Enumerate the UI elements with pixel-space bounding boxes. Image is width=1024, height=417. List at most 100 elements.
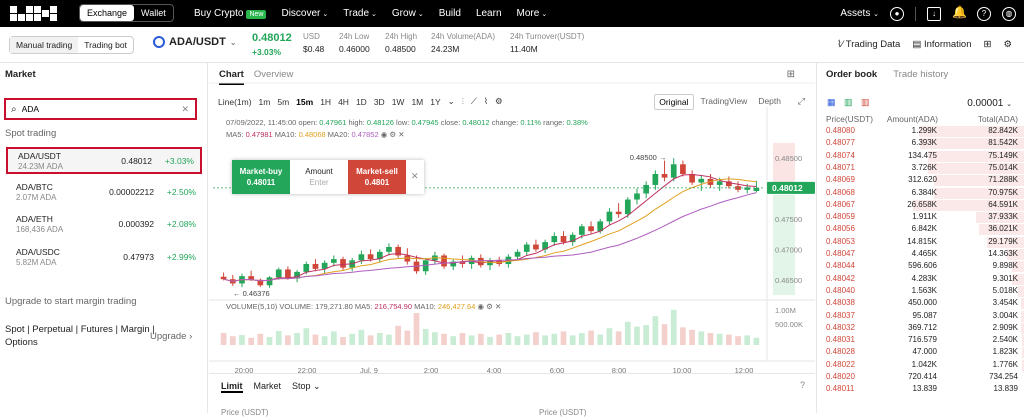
y-tick-label: 0.47000 xyxy=(775,245,802,254)
trading-data-link[interactable]: ⌇⁄ Trading Data xyxy=(837,39,900,50)
tab-manual-trading[interactable]: Manual trading xyxy=(10,37,78,53)
tab-trade-history[interactable]: Trade history xyxy=(893,69,948,80)
close-quick-order-icon[interactable]: ✕ xyxy=(411,171,419,182)
book-view-bids-icon[interactable]: ▥ xyxy=(844,97,853,108)
order-book-row[interactable]: 0.480401.563K5.018K xyxy=(817,286,1024,297)
volume-bar xyxy=(276,331,282,345)
tab-stop[interactable]: Stop ⌄ xyxy=(292,381,321,393)
okx-logo[interactable] xyxy=(10,6,57,21)
order-total: 2.540K xyxy=(993,335,1018,344)
market-row-ada-btc[interactable]: ADA/BTC 2.07M ADA 0.00002212 +2.50% xyxy=(6,180,202,207)
information-link[interactable]: ▤ Information xyxy=(912,39,971,50)
close-icon[interactable]: ✕ xyxy=(495,302,501,311)
volume-bar xyxy=(708,333,714,345)
globe-icon[interactable]: ◍ xyxy=(1002,7,1016,21)
market-row-volume: 168,436 ADA xyxy=(16,225,63,234)
order-price: 0.48053 xyxy=(826,237,855,246)
candle-body xyxy=(515,252,521,257)
help-icon[interactable]: ? xyxy=(800,380,805,390)
order-book-row[interactable]: 0.4806726.658K64.591K xyxy=(817,200,1024,211)
clear-search-icon[interactable]: ✕ xyxy=(181,104,189,115)
stat-24h-low: 24h Low0.46000 xyxy=(339,32,370,54)
order-book-row[interactable]: 0.48032369.7122.909K xyxy=(817,323,1024,334)
volume-bar xyxy=(469,335,475,345)
order-book-row[interactable]: 0.480474.465K14.363K xyxy=(817,249,1024,260)
order-book-row[interactable]: 0.480713.726K75.014K xyxy=(817,163,1024,174)
download-icon[interactable]: ↓ xyxy=(927,7,941,21)
nav-buy-crypto[interactable]: Buy CryptoNew xyxy=(194,8,266,19)
order-book-row[interactable]: 0.4805314.815K29.179K xyxy=(817,237,1024,248)
precision-select[interactable]: 0.00001 ⌄ xyxy=(967,98,1012,109)
candlestick-chart[interactable]: 0.480120.48500 →← 0.463760.485000.475000… xyxy=(209,63,815,373)
nav-more[interactable]: More⌄ xyxy=(517,8,548,19)
nav-build[interactable]: Build xyxy=(439,8,461,19)
order-total: 3.454K xyxy=(993,298,1018,307)
order-book-row[interactable]: 0.480686.384K70.975K xyxy=(817,188,1024,199)
order-book-row[interactable]: 0.480424.283K9.301K xyxy=(817,274,1024,285)
top-right-actions: Assets ⌄ ● ↓ 🔔 ? ◍ xyxy=(840,0,1016,27)
tab-trading-bot[interactable]: Trading bot xyxy=(78,37,133,53)
order-book-row[interactable]: 0.4803795.0873.004K xyxy=(817,311,1024,322)
order-total: 13.839 xyxy=(994,384,1018,393)
layout-icon[interactable]: ⊞ xyxy=(984,39,992,50)
search-input[interactable] xyxy=(22,104,172,114)
order-book-row[interactable]: 0.480566.842K36.021K xyxy=(817,224,1024,235)
market-row-ada-eth[interactable]: ADA/ETH 168,436 ADA 0.000392 +2.08% xyxy=(6,212,202,239)
nav-trade-label: Trade xyxy=(343,8,369,19)
exchange-toggle[interactable]: Exchange xyxy=(80,5,134,21)
volume-bar xyxy=(478,334,484,345)
order-book-row[interactable]: 0.480776.393K81.542K xyxy=(817,138,1024,149)
trading-data-label: Trading Data xyxy=(846,39,901,50)
settings-icon[interactable]: ⚙ xyxy=(1003,39,1012,50)
market-buy-button[interactable]: Market-buy0.48011 xyxy=(232,160,290,194)
nav-discover[interactable]: Discover⌄ xyxy=(281,8,328,19)
market-row-ada-usdt[interactable]: ADA/USDT 24.23M ADA 0.48012 +3.03% xyxy=(6,147,202,174)
order-total: 9.301K xyxy=(993,274,1018,283)
order-book-row[interactable]: 0.4802847.0001.823K xyxy=(817,347,1024,358)
volume-readout: VOLUME(5,10) VOLUME: 179,271.80 MA5: 216… xyxy=(226,302,501,311)
order-book-row[interactable]: 0.48044596.6069.898K xyxy=(817,261,1024,272)
market-row-ada-usdc[interactable]: ADA/USDC 5.82M ADA 0.47973 +2.99% xyxy=(6,245,202,272)
order-book-row[interactable]: 0.480591.911K37.933K xyxy=(817,212,1024,223)
nav-discover-label: Discover xyxy=(281,8,320,19)
wallet-toggle[interactable]: Wallet xyxy=(134,5,173,21)
nav-grow[interactable]: Grow⌄ xyxy=(392,8,424,19)
pair-selector[interactable]: ADA/USDT ⌄ xyxy=(153,36,237,48)
order-book-row[interactable]: 0.480801.299K82.842K xyxy=(817,126,1024,137)
order-book-row[interactable]: 0.48038450.0003.454K xyxy=(817,298,1024,309)
bell-icon[interactable]: 🔔 xyxy=(952,7,966,21)
upgrade-button[interactable]: Upgrade › xyxy=(150,331,192,342)
stat-value: 24.23M xyxy=(431,44,495,54)
ada-coin-icon xyxy=(153,36,165,48)
order-book-row[interactable]: 0.480221.042K1.776K xyxy=(817,360,1024,371)
divider xyxy=(915,7,916,21)
user-icon[interactable]: ● xyxy=(890,7,904,21)
order-amount: 720.414 xyxy=(908,372,937,381)
order-book-row[interactable]: 0.48069312.62071.288K xyxy=(817,175,1024,186)
candle-body xyxy=(671,164,677,177)
amount-field[interactable]: AmountEnter xyxy=(290,160,348,194)
order-book-row[interactable]: 0.48074134.47575.149K xyxy=(817,151,1024,162)
book-view-asks-icon[interactable]: ▥ xyxy=(861,97,870,108)
order-book-row[interactable]: 0.4801113.83913.839 xyxy=(817,384,1024,395)
nav-trade[interactable]: Trade⌄ xyxy=(343,8,377,19)
chevron-down-icon: ⌄ xyxy=(322,11,328,18)
settings-icon[interactable]: ⚙ xyxy=(486,302,493,311)
help-icon[interactable]: ? xyxy=(977,7,991,21)
eye-icon[interactable]: ◉ xyxy=(477,302,484,311)
order-book-row[interactable]: 0.48031716.5792.540K xyxy=(817,335,1024,346)
chevron-down-icon: ⌄ xyxy=(418,11,424,18)
market-sell-button[interactable]: Market-sell0.4801 xyxy=(348,160,406,194)
volume-ma10: 246,427.64 xyxy=(438,302,476,311)
book-view-both-icon[interactable]: ▦ xyxy=(827,97,836,108)
assets-menu[interactable]: Assets ⌄ xyxy=(840,8,879,19)
tab-market[interactable]: Market xyxy=(254,381,282,393)
nav-learn[interactable]: Learn xyxy=(476,8,502,19)
order-book-row[interactable]: 0.48020720.414734.254 xyxy=(817,372,1024,383)
precision-value: 0.00001 xyxy=(967,98,1003,109)
order-total: 3.004K xyxy=(993,311,1018,320)
order-total: 82.842K xyxy=(988,126,1018,135)
tab-order-book[interactable]: Order book xyxy=(826,69,877,80)
market-buy-price: 0.48011 xyxy=(232,177,290,188)
tab-limit[interactable]: Limit xyxy=(221,381,243,393)
